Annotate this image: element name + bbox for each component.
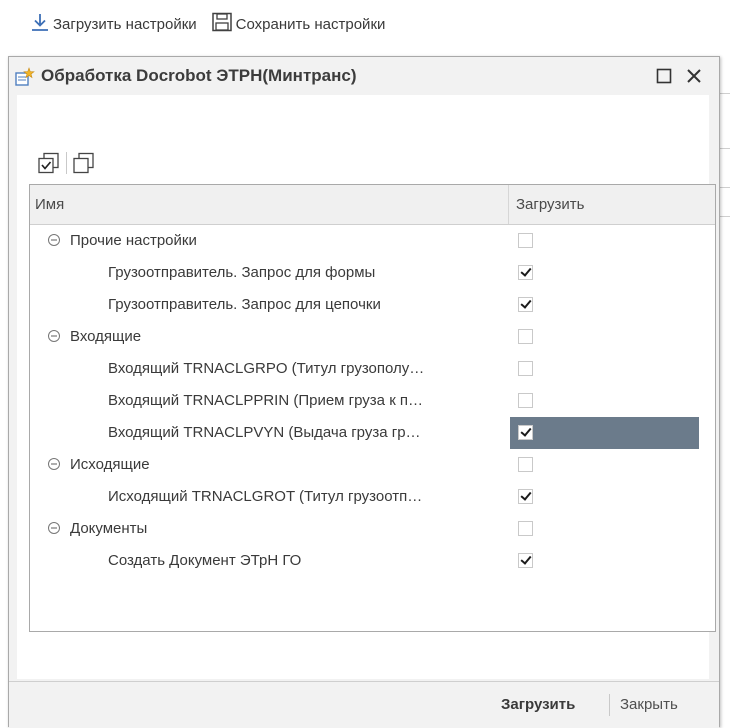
row-label: Исходящие: [70, 456, 150, 473]
table-row-selected[interactable]: Входящий TRNACLPVYN (Выдача груза гр…: [30, 417, 699, 449]
uncheck-all-icon: [73, 152, 94, 174]
row-label: Исходящий TRNACLGROT (Титул грузоотп…: [108, 488, 423, 505]
table-row[interactable]: Прочие настройки: [30, 225, 699, 257]
main-toolbar: Загрузить настройки Сохранить настройки: [30, 10, 399, 38]
load-checkbox[interactable]: [518, 297, 533, 312]
load-checkbox[interactable]: [518, 425, 533, 440]
table-row[interactable]: Создать Документ ЭТрН ГО: [30, 545, 699, 577]
table-header: Имя Загрузить: [30, 185, 715, 225]
close-window-button[interactable]: [683, 65, 705, 87]
toolbar-separator: [66, 152, 67, 174]
collapse-icon[interactable]: [47, 329, 61, 343]
row-label: Грузоотправитель. Запрос для цепочки: [108, 296, 381, 313]
table-row[interactable]: Исходящий TRNACLGROT (Титул грузоотп…: [30, 481, 699, 513]
selection-highlight: [510, 417, 699, 449]
dialog-footer: Загрузить Закрыть: [9, 681, 719, 728]
row-label: Входящий TRNACLPPRIN (Прием груза к п…: [108, 392, 424, 409]
load-checkbox[interactable]: [518, 329, 533, 344]
table-row[interactable]: Входящий TRNACLPPRIN (Прием груза к п…: [30, 385, 699, 417]
close-button[interactable]: Закрыть: [620, 696, 678, 713]
maximize-icon: [656, 68, 672, 84]
load-checkbox[interactable]: [518, 457, 533, 472]
form-icon: [15, 67, 35, 92]
load-checkbox[interactable]: [518, 361, 533, 376]
row-label: Документы: [70, 520, 148, 537]
footer-separator: [609, 694, 610, 716]
table-row[interactable]: Документы: [30, 513, 699, 545]
dialog-titlebar: Обработка Docrobot ЭТРН(Минтранс): [9, 57, 719, 95]
save-settings-button[interactable]: Сохранить настройки: [211, 12, 386, 36]
table-row[interactable]: Исходящие: [30, 449, 699, 481]
maximize-button[interactable]: [653, 65, 675, 87]
save-settings-label: Сохранить настройки: [235, 15, 386, 33]
bg-divider: [720, 187, 730, 188]
column-header-name[interactable]: Имя: [35, 196, 64, 213]
row-label: Прочие настройки: [70, 232, 197, 249]
collapse-icon[interactable]: [47, 233, 61, 247]
settings-table: Имя Загрузить Прочие настройки Грузоотпр…: [29, 184, 716, 632]
table-toolbar: [35, 151, 98, 175]
load-checkbox[interactable]: [518, 489, 533, 504]
processing-dialog: Обработка Docrobot ЭТРН(Минтранс) Имя За…: [8, 56, 720, 728]
collapse-icon[interactable]: [47, 521, 61, 535]
close-icon: [687, 69, 701, 83]
check-all-icon: [38, 152, 59, 174]
dialog-title: Обработка Docrobot ЭТРН(Минтранс): [41, 66, 357, 85]
row-label: Входящие: [70, 328, 142, 345]
bg-divider: [720, 93, 730, 94]
column-separator: [508, 185, 509, 224]
table-row[interactable]: Грузоотправитель. Запрос для цепочки: [30, 289, 699, 321]
bg-divider: [720, 216, 730, 217]
load-checkbox[interactable]: [518, 233, 533, 248]
load-checkbox[interactable]: [518, 521, 533, 536]
load-checkbox[interactable]: [518, 553, 533, 568]
row-label: Входящий TRNACLGRPO (Титул грузополу…: [108, 360, 425, 377]
row-label: Создать Документ ЭТрН ГО: [108, 552, 302, 569]
table-row[interactable]: Грузоотправитель. Запрос для формы: [30, 257, 699, 289]
column-header-load[interactable]: Загрузить: [516, 196, 585, 213]
load-settings-label: Загрузить настройки: [53, 15, 197, 33]
load-checkbox[interactable]: [518, 265, 533, 280]
save-icon: [211, 12, 236, 36]
bg-divider: [720, 148, 730, 149]
uncheck-all-button[interactable]: [70, 151, 98, 175]
table-row[interactable]: Входящий TRNACLGRPO (Титул грузополу…: [30, 353, 699, 385]
load-checkbox[interactable]: [518, 393, 533, 408]
download-icon: [30, 12, 53, 36]
load-settings-button[interactable]: Загрузить настройки: [30, 12, 197, 36]
table-row[interactable]: Входящие: [30, 321, 699, 353]
collapse-icon[interactable]: [47, 457, 61, 471]
check-all-button[interactable]: [35, 151, 63, 175]
row-label: Грузоотправитель. Запрос для формы: [108, 264, 376, 281]
row-label: Входящий TRNACLPVYN (Выдача груза гр…: [108, 424, 421, 441]
load-button[interactable]: Загрузить: [501, 696, 575, 713]
